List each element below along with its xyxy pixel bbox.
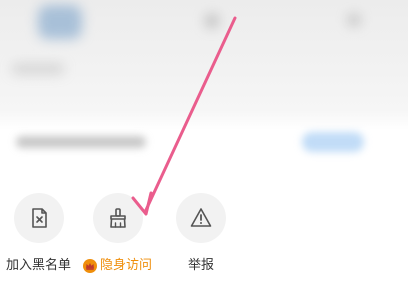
blacklist-action[interactable]: 加入黑名单 bbox=[6, 193, 71, 274]
incognito-action[interactable]: 隐身访问 bbox=[83, 193, 152, 274]
broom-icon bbox=[109, 208, 126, 228]
sheet-header-blurred bbox=[0, 120, 408, 165]
crown-icon bbox=[83, 259, 97, 273]
blurred-profile-background bbox=[0, 0, 408, 120]
screen: 加入黑名单 隐身访问 举报 bbox=[0, 0, 408, 281]
sheet-button-blurred bbox=[302, 132, 364, 152]
report-button[interactable] bbox=[176, 193, 226, 243]
report-label: 举报 bbox=[187, 258, 214, 273]
blocked-file-icon bbox=[31, 208, 47, 228]
incognito-label: 隐身访问 bbox=[100, 258, 153, 273]
incognito-button[interactable] bbox=[92, 193, 143, 243]
blacklist-button[interactable] bbox=[13, 193, 64, 243]
incognito-label-wrap: 隐身访问 bbox=[83, 258, 152, 274]
avatar bbox=[38, 5, 82, 39]
action-row: 加入黑名单 隐身访问 举报 bbox=[0, 193, 408, 281]
warning-triangle-icon bbox=[190, 208, 212, 227]
sheet-title-blurred bbox=[16, 136, 146, 148]
blacklist-label: 加入黑名单 bbox=[6, 258, 72, 273]
report-action[interactable]: 举报 bbox=[176, 193, 226, 274]
